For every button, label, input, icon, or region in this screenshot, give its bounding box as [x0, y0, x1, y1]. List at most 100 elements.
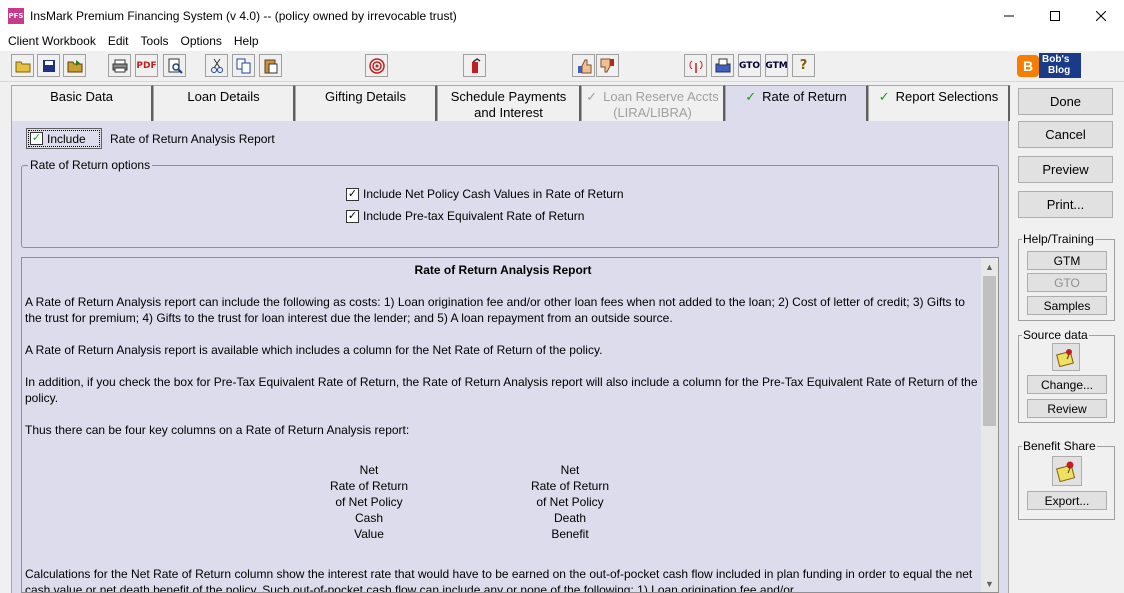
help-question-button[interactable]: ?	[792, 54, 815, 77]
report-paragraph: Calculations for the Net Rate of Return …	[25, 567, 973, 593]
title-bar: PFS InsMark Premium Financing System (v …	[0, 0, 1124, 31]
scrollbar-thumb[interactable]	[983, 276, 996, 426]
maximize-icon	[1050, 10, 1060, 21]
minimize-icon	[1004, 15, 1014, 16]
menu-options[interactable]: Options	[175, 34, 228, 48]
change-source-button[interactable]: Change...	[1027, 375, 1107, 394]
thumbs-down-button[interactable]	[596, 54, 619, 77]
report-paragraph: A Rate of Return Analysis report is avai…	[25, 343, 603, 357]
close-button[interactable]	[1078, 0, 1124, 31]
tab-loan-details[interactable]: Loan Details	[153, 85, 295, 121]
rate-of-return-panel: ✓ Include Rate of Return Analysis Report…	[11, 121, 1009, 593]
report-paragraph: Thus there can be four key columns on a …	[25, 423, 410, 437]
app-icon: PFS	[8, 7, 24, 24]
scroll-down-icon[interactable]: ▼	[981, 575, 998, 592]
cancel-button[interactable]: Cancel	[1018, 121, 1113, 148]
print-menu-button[interactable]: Print...	[1018, 191, 1113, 218]
tab-report-selections[interactable]: ✓ Report Selections	[868, 85, 1010, 121]
clipboard-icon	[264, 59, 277, 73]
copy-button[interactable]	[232, 54, 255, 77]
fax-icon	[715, 58, 730, 72]
tab-rate-of-return[interactable]: ✓ Rate of Return	[725, 85, 868, 123]
column-net-death-benefit: Net Rate of Return of Net Policy Death B…	[530, 463, 610, 541]
folder-icon	[67, 59, 82, 72]
checkmark-icon: ✓	[745, 89, 757, 104]
paste-button[interactable]	[259, 54, 282, 77]
samples-button[interactable]: Samples	[1027, 296, 1107, 315]
include-report-label: Rate of Return Analysis Report	[110, 131, 275, 146]
thumbs-up-icon	[577, 59, 591, 73]
menu-edit[interactable]: Edit	[102, 34, 135, 48]
save-icon	[42, 59, 55, 72]
print-preview-icon	[168, 58, 183, 74]
scroll-up-icon[interactable]: ▲	[981, 258, 998, 275]
fax-button[interactable]	[711, 54, 734, 77]
review-source-button[interactable]: Review	[1027, 399, 1107, 418]
tab-basic-data[interactable]: Basic Data	[11, 85, 153, 121]
menu-bar: Client Workbook Edit Tools Options Help	[0, 31, 1124, 51]
done-button[interactable]: Done	[1018, 88, 1113, 115]
net-policy-cash-values-option[interactable]: ✓ Include Net Policy Cash Values in Rate…	[346, 187, 624, 201]
pushpin-note-icon	[1056, 461, 1076, 482]
broadcast-button[interactable]	[684, 54, 707, 77]
antenna-icon	[689, 60, 702, 73]
options-legend: Rate of Return options	[28, 158, 153, 172]
target-button[interactable]	[365, 54, 388, 77]
close-icon	[1096, 10, 1106, 21]
print-button[interactable]	[108, 54, 131, 77]
maximize-button[interactable]	[1032, 0, 1078, 31]
checkmark-icon: ✓	[586, 89, 598, 104]
source-data-pin-button[interactable]	[1052, 343, 1080, 371]
benefit-share-pin-button[interactable]	[1052, 456, 1082, 486]
preview-button[interactable]: Preview	[1018, 156, 1113, 183]
window-title: InsMark Premium Financing System (v 4.0)…	[30, 8, 457, 23]
blogger-icon: B	[1017, 54, 1039, 77]
save-button[interactable]	[37, 54, 60, 77]
report-paragraph: In addition, if you check the box for Pr…	[25, 375, 978, 405]
pretax-equivalent-option[interactable]: ✓ Include Pre-tax Equivalent Rate of Ret…	[346, 209, 584, 223]
menu-help[interactable]: Help	[228, 34, 265, 48]
minimize-button[interactable]	[986, 0, 1032, 31]
cut-button[interactable]	[205, 54, 228, 77]
rate-of-return-options-group: Rate of Return options ✓ Include Net Pol…	[21, 158, 999, 248]
include-checkbox: ✓	[30, 132, 43, 145]
net-policy-cash-values-checkbox[interactable]: ✓	[346, 187, 359, 201]
open-folder-icon	[15, 61, 30, 72]
menu-tools[interactable]: Tools	[135, 34, 175, 48]
pretax-equivalent-checkbox[interactable]: ✓	[346, 209, 359, 223]
column-net-cash-value: Net Rate of Return of Net Policy Cash Va…	[329, 463, 409, 541]
report-title: Rate of Return Analysis Report	[414, 263, 592, 277]
thumbs-down-icon	[600, 58, 614, 72]
report-paragraph: A Rate of Return Analysis report can inc…	[25, 295, 965, 325]
open-folder-button[interactable]	[11, 54, 34, 77]
tab-gifting-details[interactable]: Gifting Details	[295, 85, 437, 121]
folder-export-button[interactable]	[63, 54, 86, 77]
report-description-box[interactable]: Rate of Return Analysis Report A Rate of…	[21, 257, 999, 593]
blog-label: Bob's Blog	[1039, 53, 1081, 78]
gtm-training-button[interactable]: GTM	[1027, 251, 1107, 270]
extinguisher-icon	[471, 57, 480, 73]
report-scrollbar[interactable]: ▲ ▼	[981, 258, 998, 592]
thumbs-up-button[interactable]	[572, 54, 595, 77]
gto-button[interactable]: GTO	[738, 54, 761, 77]
right-panel: Done Cancel Preview Print... Help/Traini…	[1010, 82, 1124, 593]
toolbar: PDF GTO GTM ?	[0, 51, 1124, 82]
pushpin-note-icon	[1056, 349, 1074, 367]
gto-training-button[interactable]: GTO	[1027, 273, 1107, 292]
print-preview-button[interactable]	[163, 54, 186, 77]
include-toggle-button[interactable]: ✓ Include	[26, 128, 102, 149]
tab-loan-reserve-accts[interactable]: ✓ Loan Reserve Accts (LIRA/LIBRA)	[581, 85, 725, 121]
menu-client-workbook[interactable]: Client Workbook	[2, 34, 102, 48]
checkmark-icon: ✓	[878, 89, 890, 104]
tab-schedule-payments[interactable]: Schedule Payments and Interest	[437, 85, 581, 121]
bobs-blog-button[interactable]: B Bob's Blog	[1017, 52, 1082, 79]
export-button[interactable]: Export...	[1027, 491, 1107, 510]
pdf-button[interactable]: PDF	[135, 54, 158, 77]
copy-icon	[236, 58, 250, 73]
key-columns: Net Rate of Return of Net Policy Cash Va…	[25, 462, 981, 550]
fire-extinguisher-button[interactable]	[463, 54, 486, 77]
target-icon	[368, 57, 385, 74]
scissors-icon	[210, 58, 223, 73]
gtm-button[interactable]: GTM	[765, 54, 788, 77]
printer-icon	[112, 59, 127, 72]
